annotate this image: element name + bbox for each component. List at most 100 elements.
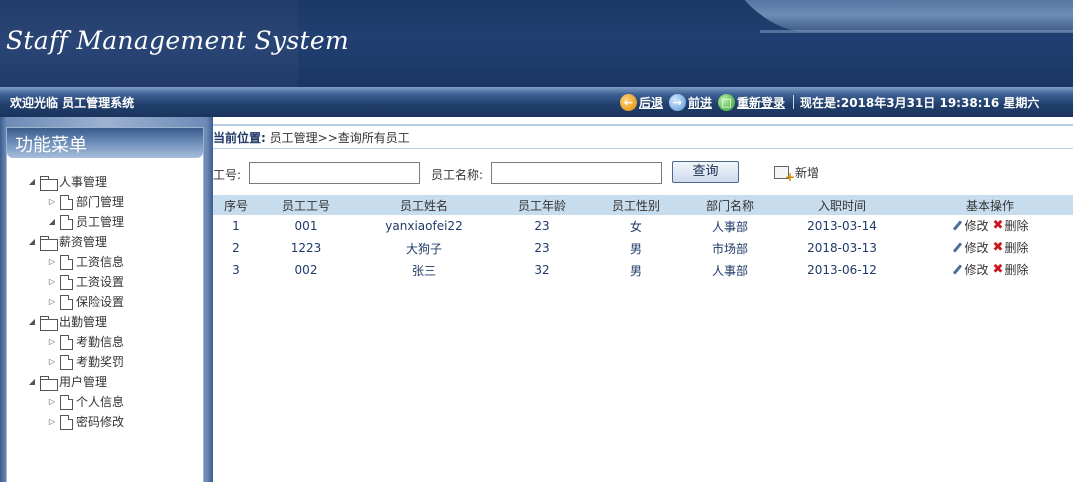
delete-button[interactable]: ✖ 删除: [993, 217, 1029, 234]
menu-item-employee[interactable]: ◢ 员工管理: [27, 212, 124, 232]
menu-item-insurance-settings[interactable]: ▷ 保险设置: [27, 292, 124, 312]
document-icon: [60, 214, 73, 230]
menu-item-department[interactable]: ▷ 部门管理: [27, 192, 124, 212]
edit-button[interactable]: 修改: [952, 261, 989, 278]
collapsed-triangle-icon: ▷: [48, 277, 56, 286]
menu-item-salary-info[interactable]: ▷ 工资信息: [27, 252, 124, 272]
welcome-text: 欢迎光临 员工管理系统: [10, 96, 135, 110]
cell-age: 32: [534, 263, 550, 277]
menu-group-label[interactable]: 薪资管理: [59, 232, 107, 252]
delete-button[interactable]: ✖ 删除: [993, 261, 1029, 278]
forward-button[interactable]: → 前进: [669, 93, 712, 111]
delete-x-icon: ✖: [992, 218, 1004, 234]
breadcrumb-label: 当前位置:: [213, 131, 266, 145]
cell-employee-id: 001: [294, 219, 318, 233]
sidebar: 功能菜单 ◢ 人事管理 ▷ 部门管理 ◢ 员工管理 ◢ 薪资管理 ▷ 工资信息 …: [0, 117, 213, 482]
cell-department: 人事部: [711, 219, 748, 234]
employee-name-input[interactable]: [491, 162, 662, 184]
column-header: 员工工号: [259, 195, 353, 215]
cell-gender: 男: [629, 263, 642, 278]
menu-item-label[interactable]: 保险设置: [76, 292, 124, 312]
delete-label[interactable]: 删除: [1004, 261, 1028, 278]
search-form: 工号: 员工名称: 查询 新增: [213, 161, 1073, 187]
cell-employee-name: 大狗子: [405, 241, 442, 256]
folder-icon: [40, 315, 58, 331]
cell-employee-name: yanxiaofei22: [385, 219, 463, 233]
main-content: 当前位置: 员工管理>>查询所有员工 工号: 员工名称: 查询 新增 序号 员工…: [213, 117, 1073, 482]
back-label[interactable]: 后退: [639, 94, 663, 111]
cell-gender: 女: [629, 219, 642, 234]
menu-item-label[interactable]: 员工管理: [76, 212, 124, 232]
cell-gender: 男: [629, 241, 642, 256]
employee-id-label: 工号:: [213, 168, 242, 182]
edit-button[interactable]: 修改: [952, 217, 989, 234]
cell-department: 人事部: [711, 263, 748, 278]
folder-icon: [40, 375, 58, 391]
edit-label[interactable]: 修改: [965, 261, 989, 278]
add-button[interactable]: 新增: [774, 164, 819, 184]
menu-item-label[interactable]: 工资信息: [76, 252, 124, 272]
column-header: 部门名称: [683, 195, 777, 215]
delete-button[interactable]: ✖ 删除: [993, 239, 1029, 256]
document-icon: [60, 294, 73, 310]
column-header: 员工年龄: [495, 195, 589, 215]
menu-group-attendance[interactable]: ◢ 出勤管理: [27, 312, 124, 332]
employee-id-input[interactable]: [249, 162, 420, 184]
document-icon: [60, 254, 73, 270]
collapsed-triangle-icon: ▷: [48, 357, 56, 366]
cell-employee-id: 002: [294, 263, 318, 277]
back-button[interactable]: ← 后退: [620, 93, 663, 111]
menu-item-label[interactable]: 密码修改: [76, 412, 124, 432]
cell-hire-date: 2018-03-13: [807, 241, 877, 255]
menu-item-label[interactable]: 个人信息: [76, 392, 124, 412]
forward-label[interactable]: 前进: [688, 94, 712, 111]
collapsed-triangle-icon: ▷: [48, 397, 56, 406]
delete-label[interactable]: 删除: [1004, 239, 1028, 256]
document-icon: [60, 274, 73, 290]
edit-label[interactable]: 修改: [965, 239, 989, 256]
menu-item-salary-settings[interactable]: ▷ 工资设置: [27, 272, 124, 292]
back-arrow-icon: ←: [620, 93, 637, 111]
menu-item-password-change[interactable]: ▷ 密码修改: [27, 412, 124, 432]
expanded-triangle-icon[interactable]: ◢: [27, 232, 37, 252]
banner-decoration: [740, 0, 1073, 32]
menu-group-label[interactable]: 用户管理: [59, 372, 107, 392]
app-title: Staff Management System: [6, 26, 349, 55]
nav-controls: ← 后退 → 前进 □ 重新登录 现在是:2018年3月31日 19:38:16…: [620, 92, 1039, 112]
menu-item-label[interactable]: 考勤信息: [76, 332, 124, 352]
menu-item-personal-info[interactable]: ▷ 个人信息: [27, 392, 124, 412]
expanded-triangle-icon: ◢: [48, 217, 56, 226]
menu-group-personnel[interactable]: ◢ 人事管理: [27, 172, 124, 192]
menu-item-label[interactable]: 工资设置: [76, 272, 124, 292]
collapsed-triangle-icon: ▷: [48, 297, 56, 306]
document-icon: [60, 414, 73, 430]
expanded-triangle-icon[interactable]: ◢: [27, 312, 37, 332]
menu-group-salary[interactable]: ◢ 薪资管理: [27, 232, 124, 252]
relogin-icon: □: [718, 93, 736, 111]
delete-label[interactable]: 删除: [1004, 217, 1028, 234]
menu-item-label[interactable]: 考勤奖罚: [76, 352, 124, 372]
delete-x-icon: ✖: [992, 240, 1004, 256]
cell-actions: 修改 ✖ 删除: [907, 215, 1073, 237]
cell-age: 23: [534, 219, 550, 233]
menu-group-label[interactable]: 人事管理: [59, 172, 107, 192]
divider: [793, 95, 795, 109]
edit-button[interactable]: 修改: [952, 239, 989, 256]
relogin-label[interactable]: 重新登录: [737, 94, 785, 111]
pencil-icon: [952, 220, 964, 232]
menu-group-users[interactable]: ◢ 用户管理: [27, 372, 124, 392]
menu-item-attendance-info[interactable]: ▷ 考勤信息: [27, 332, 124, 352]
cell-index: 3: [232, 263, 240, 277]
menu-group-label[interactable]: 出勤管理: [59, 312, 107, 332]
row-actions: 修改 ✖ 删除: [952, 261, 1029, 278]
edit-label[interactable]: 修改: [965, 217, 989, 234]
cell-hire-date: 2013-06-12: [807, 263, 877, 277]
menu-item-attendance-rewards[interactable]: ▷ 考勤奖罚: [27, 352, 124, 372]
employee-table: 序号 员工工号 员工姓名 员工年龄 员工性别 部门名称 入职时间 基本操作 1 …: [213, 195, 1073, 281]
expanded-triangle-icon[interactable]: ◢: [27, 172, 37, 192]
add-label[interactable]: 新增: [795, 164, 819, 181]
relogin-button[interactable]: □ 重新登录: [718, 93, 785, 111]
query-button[interactable]: 查询: [672, 161, 739, 183]
menu-item-label[interactable]: 部门管理: [76, 192, 124, 212]
expanded-triangle-icon[interactable]: ◢: [27, 372, 37, 392]
